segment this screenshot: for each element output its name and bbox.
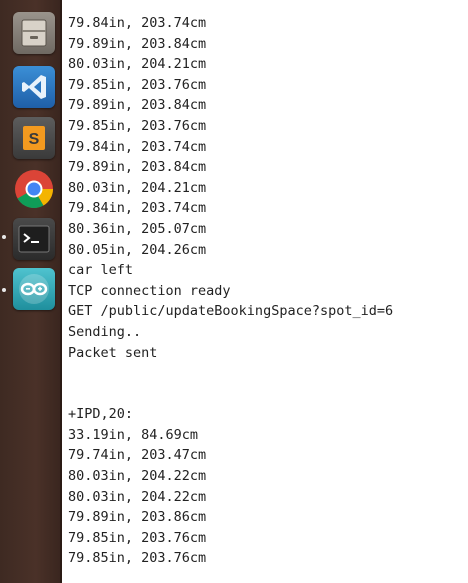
- console-line: 33.19in, 84.69cm: [68, 426, 199, 443]
- files-icon[interactable]: [13, 12, 55, 54]
- unity-launcher: S: [0, 0, 62, 583]
- running-indicator: [2, 288, 6, 292]
- vscode-icon[interactable]: [13, 66, 55, 108]
- console-line: 79.84in, 203.74cm: [68, 200, 207, 217]
- arduino-icon[interactable]: [13, 268, 55, 310]
- console-line: 79.85in, 203.76cm: [68, 550, 207, 567]
- console-line: 79.84in, 203.74cm: [68, 15, 207, 31]
- console-line: 79.84in, 203.74cm: [68, 138, 207, 155]
- running-indicator: [2, 235, 6, 239]
- console-line: 79.85in, 203.76cm: [68, 117, 207, 134]
- console-line: Sending..: [68, 323, 142, 340]
- console-line: 80.05in, 204.26cm: [68, 241, 207, 258]
- chrome-icon[interactable]: [13, 168, 55, 210]
- console-line: 79.85in, 203.76cm: [68, 76, 207, 93]
- console-line: 79.89in, 203.84cm: [68, 97, 207, 114]
- serial-monitor-output: 79.84in, 203.74cm 79.89in, 203.84cm 80.03i…: [68, 13, 468, 569]
- console-line: 79.89in, 203.84cm: [68, 159, 207, 176]
- console-line: 80.03in, 204.22cm: [68, 488, 207, 505]
- console-line: 80.03in, 204.22cm: [68, 468, 207, 485]
- console-line: 80.36in, 205.07cm: [68, 220, 207, 237]
- sublime-text-icon[interactable]: S: [13, 117, 55, 159]
- console-line: +IPD,20:: [68, 406, 134, 423]
- console-line: Packet sent: [68, 344, 158, 361]
- console-line: 79.89in, 203.84cm: [68, 35, 207, 52]
- svg-text:S: S: [29, 131, 40, 148]
- console-line: 80.03in, 204.21cm: [68, 56, 207, 73]
- console-line: 80.03in, 204.21cm: [68, 179, 207, 196]
- console-line: GET /public/updateBookingSpace?spot_id=6: [68, 303, 394, 320]
- console-line: 79.74in, 203.47cm: [68, 447, 207, 464]
- console-line: car left: [68, 262, 134, 279]
- console-line: 79.85in, 203.76cm: [68, 529, 207, 546]
- terminal-icon[interactable]: [13, 218, 55, 260]
- console-line: TCP connection ready: [68, 282, 231, 299]
- console-line: 79.89in, 203.86cm: [68, 509, 207, 526]
